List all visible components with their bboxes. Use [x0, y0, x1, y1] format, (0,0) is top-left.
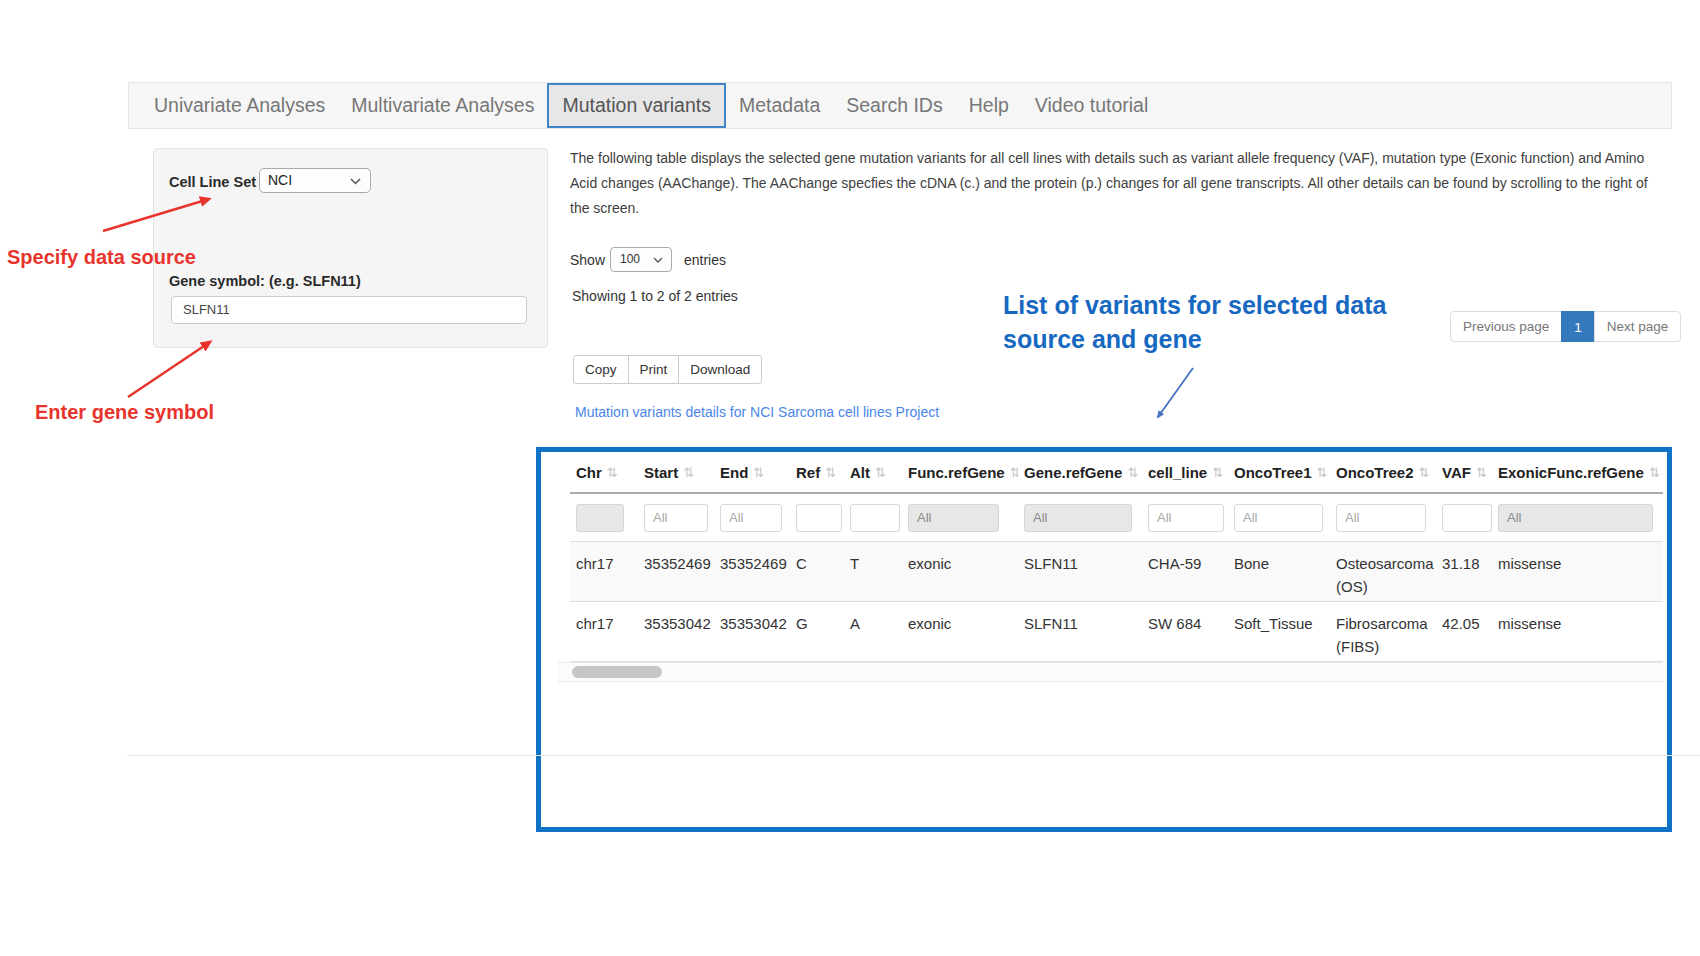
page-length-select[interactable]: 100	[610, 247, 672, 272]
sort-icon[interactable]: ⇅	[1212, 465, 1223, 480]
scrollbar-thumb[interactable]	[572, 666, 662, 678]
page-divider	[127, 755, 1700, 756]
col-header-alt[interactable]: Alt⇅	[844, 464, 902, 481]
show-label: Show	[570, 252, 605, 268]
col-header-oncotree2[interactable]: OncoTree2⇅	[1330, 464, 1436, 481]
gene-symbol-label: Gene symbol: (e.g. SLFN11)	[169, 273, 361, 289]
sort-icon[interactable]: ⇅	[875, 465, 886, 480]
sort-icon[interactable]: ⇅	[825, 465, 836, 480]
filter-end[interactable]: All	[720, 504, 782, 532]
annotation-variants-list: List of variants for selected data sourc…	[1003, 288, 1386, 356]
annotation-enter-gene-symbol: Enter gene symbol	[35, 401, 214, 424]
export-button-group: Copy Print Download	[573, 355, 762, 384]
tab-help[interactable]: Help	[956, 83, 1022, 128]
arrow-variants-list	[1158, 368, 1193, 417]
sidebar-panel: Cell Line Set NCI Gene symbol: (e.g. SLF…	[153, 148, 548, 348]
navbar: Univariate Analyses Multivariate Analyse…	[128, 82, 1672, 129]
sort-icon[interactable]: ⇅	[1127, 465, 1138, 480]
table-title-link[interactable]: Mutation variants details for NCI Sarcom…	[575, 404, 939, 420]
chevron-down-icon	[653, 257, 663, 263]
tab-search-ids[interactable]: Search IDs	[833, 83, 955, 128]
cell-line-set-label: Cell Line Set	[169, 174, 256, 190]
filter-exonicfunc-refgene[interactable]: All	[1498, 504, 1653, 532]
print-button[interactable]: Print	[628, 355, 680, 384]
pagination: Previous page 1 Next page	[1450, 311, 1681, 342]
table-row: chr17 35352469 35352469 C T exonic SLFN1…	[570, 541, 1663, 601]
cell-line-set-select[interactable]: NCI	[259, 168, 371, 193]
filter-ref[interactable]	[796, 504, 842, 532]
table-header-row: Chr⇅ Start⇅ End⇅ Ref⇅ Alt⇅ Func.refGene⇅…	[570, 452, 1663, 494]
filter-func-refgene[interactable]: All	[908, 504, 999, 532]
tab-metadata[interactable]: Metadata	[726, 83, 833, 128]
col-header-vaf[interactable]: VAF⇅	[1436, 464, 1492, 481]
tab-univariate-analyses[interactable]: Univariate Analyses	[141, 83, 338, 128]
sort-icon[interactable]: ⇅	[1010, 465, 1018, 480]
sort-icon[interactable]: ⇅	[1317, 465, 1328, 480]
filter-gene-refgene[interactable]: All	[1024, 504, 1132, 532]
col-header-ref[interactable]: Ref⇅	[790, 464, 844, 481]
sort-icon[interactable]: ⇅	[1419, 465, 1430, 480]
filter-oncotree2[interactable]: All	[1336, 504, 1426, 532]
sort-icon[interactable]: ⇅	[1649, 465, 1660, 480]
col-header-start[interactable]: Start⇅	[638, 464, 714, 481]
variants-table: Chr⇅ Start⇅ End⇅ Ref⇅ Alt⇅ Func.refGene⇅…	[570, 452, 1663, 662]
tab-mutation-variants[interactable]: Mutation variants	[547, 83, 726, 128]
table-filter-row: All All All All All All All All	[570, 494, 1663, 541]
showing-entries-text: Showing 1 to 2 of 2 entries	[572, 288, 738, 304]
copy-button[interactable]: Copy	[573, 355, 629, 384]
entries-label: entries	[684, 252, 726, 268]
horizontal-scrollbar[interactable]	[558, 662, 1663, 682]
previous-page-button[interactable]: Previous page	[1450, 311, 1562, 342]
filter-cell-line[interactable]: All	[1148, 504, 1224, 532]
sort-icon[interactable]: ⇅	[607, 465, 618, 480]
table-description: The following table displays the selecte…	[570, 146, 1648, 221]
sort-icon[interactable]: ⇅	[1476, 465, 1487, 480]
filter-start[interactable]: All	[644, 504, 708, 532]
col-header-cell-line[interactable]: cell_line⇅	[1142, 464, 1228, 481]
chevron-down-icon	[350, 178, 361, 185]
tab-multivariate-analyses[interactable]: Multivariate Analyses	[338, 83, 547, 128]
filter-chr[interactable]	[576, 504, 624, 532]
col-header-gene-refgene[interactable]: Gene.refGene⇅	[1018, 464, 1142, 481]
sort-icon[interactable]: ⇅	[683, 465, 694, 480]
tab-video-tutorial[interactable]: Video tutorial	[1022, 83, 1161, 128]
col-header-exonicfunc-refgene[interactable]: ExonicFunc.refGene⇅	[1492, 464, 1663, 481]
col-header-oncotree1[interactable]: OncoTree1⇅	[1228, 464, 1330, 481]
arrow-enter-gene-symbol	[128, 342, 210, 397]
gene-symbol-input[interactable]: SLFN11	[171, 296, 527, 324]
col-header-end[interactable]: End⇅	[714, 464, 790, 481]
filter-alt[interactable]	[850, 504, 900, 532]
col-header-chr[interactable]: Chr⇅	[570, 464, 638, 481]
download-button[interactable]: Download	[678, 355, 762, 384]
next-page-button[interactable]: Next page	[1594, 311, 1682, 342]
col-header-func-refgene[interactable]: Func.refGene⇅	[902, 464, 1018, 481]
page-1-button[interactable]: 1	[1561, 311, 1595, 342]
table-row: chr17 35353042 35353042 G A exonic SLFN1…	[570, 601, 1663, 661]
filter-oncotree1[interactable]: All	[1234, 504, 1323, 532]
annotation-specify-data-source: Specify data source	[7, 246, 196, 269]
sort-icon[interactable]: ⇅	[753, 465, 764, 480]
filter-vaf[interactable]	[1442, 504, 1492, 532]
